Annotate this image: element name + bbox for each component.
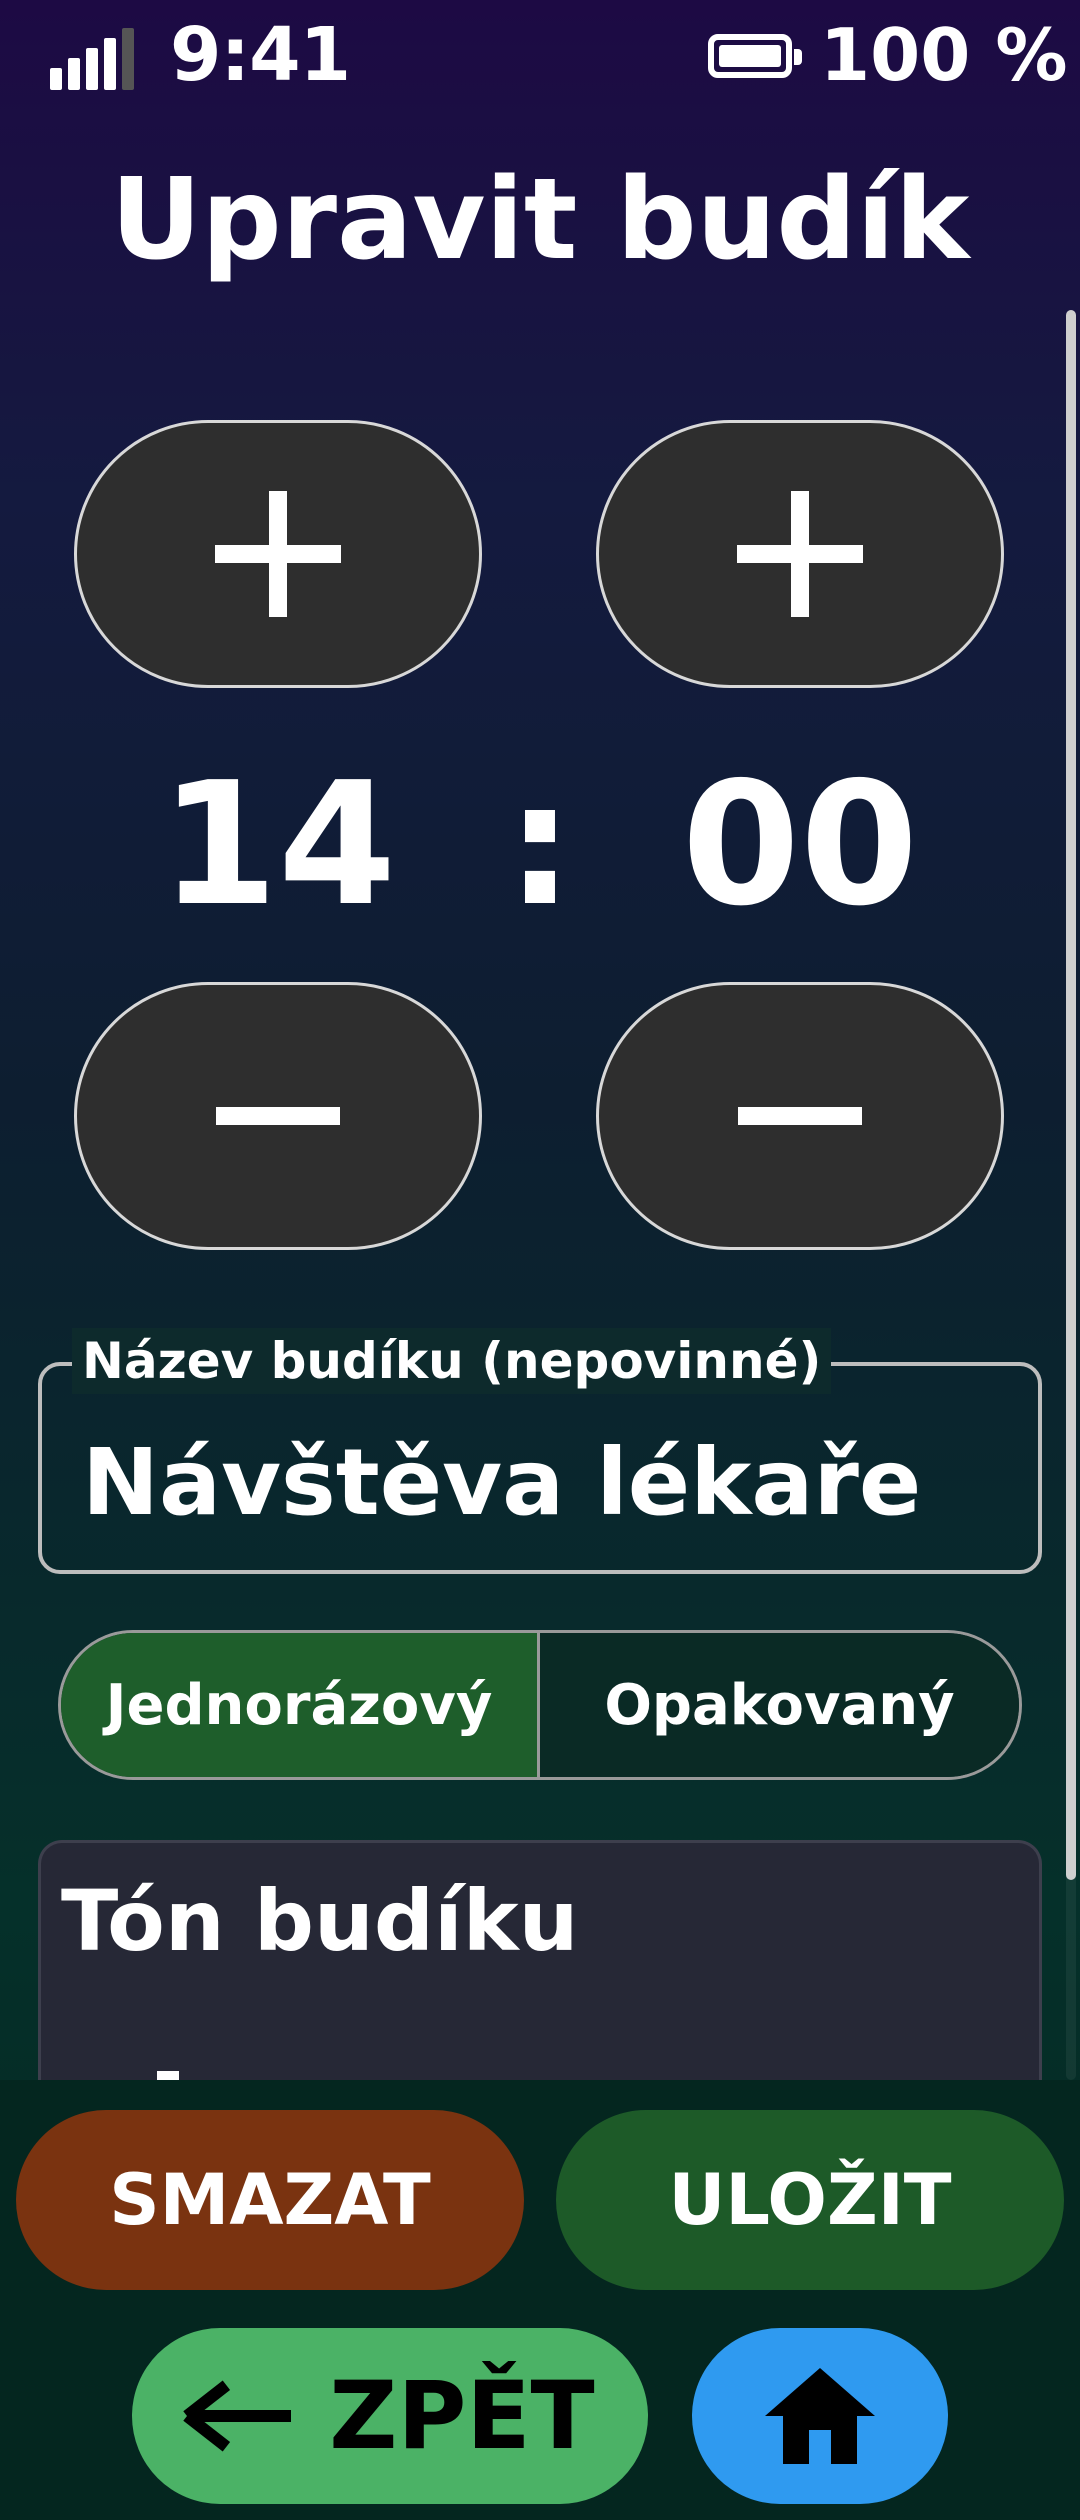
hours-value: 14 bbox=[159, 746, 397, 944]
home-icon bbox=[765, 2368, 875, 2464]
alarm-name-field[interactable]: Název budíku (nepovinné) Návštěva lékaře bbox=[38, 1328, 1042, 1574]
hour-decrease-button[interactable] bbox=[74, 982, 482, 1250]
alarm-tone-card[interactable]: Tón budíku bbox=[38, 1840, 1042, 2090]
back-button[interactable]: ZPĚT bbox=[132, 2328, 648, 2504]
status-time: 9:41 bbox=[170, 12, 351, 98]
alarm-name-label: Název budíku (nepovinné) bbox=[72, 1328, 832, 1394]
minute-increase-button[interactable] bbox=[596, 420, 1004, 688]
status-bar: 9:41 100 % bbox=[0, 0, 1080, 110]
battery-percentage: 100 % bbox=[820, 13, 1068, 97]
scrollbar[interactable] bbox=[1066, 310, 1076, 2080]
minutes-value: 00 bbox=[681, 746, 919, 944]
scrollbar-thumb[interactable] bbox=[1066, 310, 1076, 1880]
home-button[interactable] bbox=[692, 2328, 948, 2504]
signal-icon bbox=[50, 20, 150, 90]
back-button-label: ZPĚT bbox=[329, 2361, 595, 2471]
save-button[interactable]: ULOŽIT bbox=[556, 2110, 1064, 2290]
hour-increase-button[interactable] bbox=[74, 420, 482, 688]
battery-icon bbox=[708, 34, 802, 78]
segment-repeating[interactable]: Opakovaný bbox=[540, 1633, 1019, 1777]
alarm-tone-title: Tón budíku bbox=[61, 1872, 579, 1970]
bottom-action-bar: SMAZAT ULOŽIT ZPĚT bbox=[0, 2080, 1080, 2520]
alarm-name-value[interactable]: Návštěva lékaře bbox=[82, 1428, 921, 1538]
delete-button[interactable]: SMAZAT bbox=[16, 2110, 524, 2290]
segment-one-time[interactable]: Jednorázový bbox=[61, 1633, 540, 1777]
minute-decrease-button[interactable] bbox=[596, 982, 1004, 1250]
arrow-left-icon bbox=[183, 2380, 295, 2452]
repeat-mode-toggle: Jednorázový Opakovaný bbox=[58, 1630, 1022, 1780]
page-title: Upravit budík bbox=[110, 155, 970, 285]
time-separator: : bbox=[506, 746, 574, 944]
